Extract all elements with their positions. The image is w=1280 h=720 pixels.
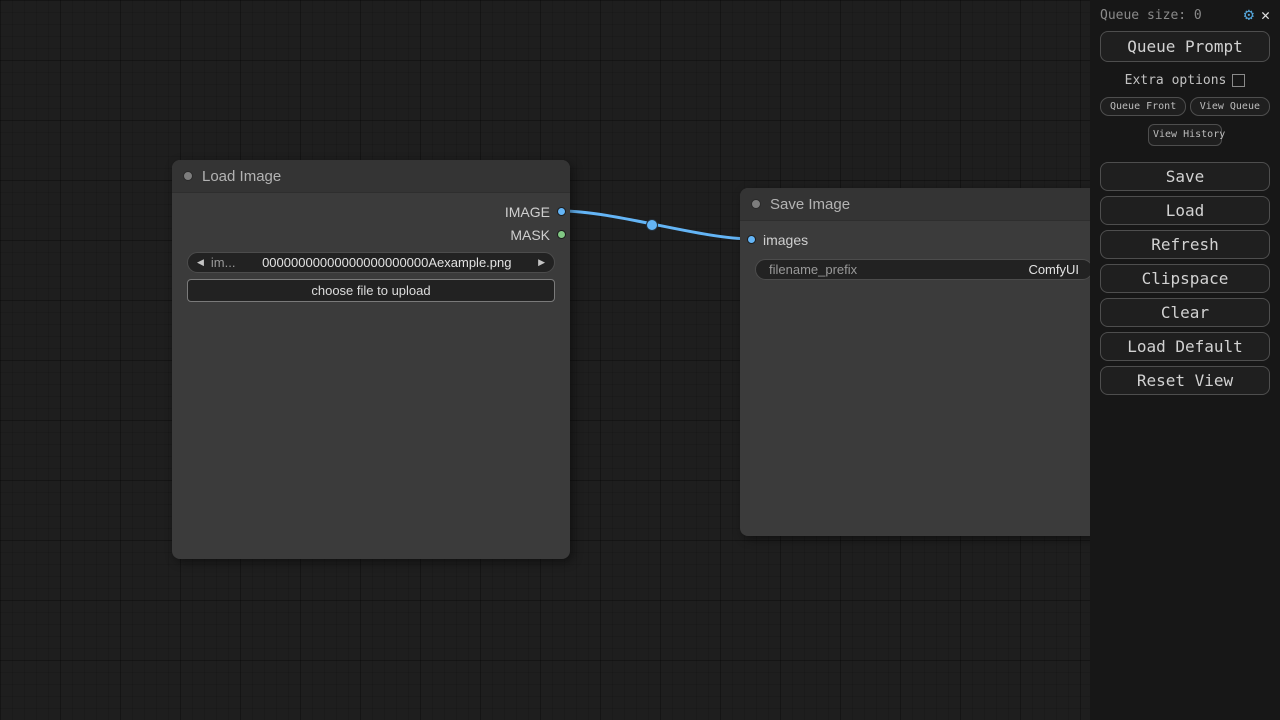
view-queue-button[interactable]: View Queue <box>1190 97 1270 116</box>
combo-left-arrow-icon[interactable]: ◀ <box>197 258 204 267</box>
refresh-button[interactable]: Refresh <box>1100 230 1270 259</box>
link-image-to-images <box>561 211 752 239</box>
node-title-bar[interactable]: Save Image <box>740 188 1108 221</box>
clipspace-button[interactable]: Clipspace <box>1100 264 1270 293</box>
view-history-button[interactable]: View History <box>1148 124 1222 146</box>
node-title-bar[interactable]: Load Image <box>172 160 570 193</box>
combo-value: 00000000000000000000000Aexample.png <box>235 255 538 270</box>
image-combo-widget[interactable]: ◀ im... 00000000000000000000000Aexample.… <box>187 252 555 273</box>
queue-size-label: Queue size: 0 <box>1100 8 1237 23</box>
image-output-dot[interactable] <box>557 207 566 216</box>
output-slot-mask[interactable]: MASK <box>172 223 570 246</box>
mask-output-dot[interactable] <box>557 230 566 239</box>
close-menu-icon[interactable]: ✕ <box>1261 8 1270 23</box>
node-save-image[interactable]: Save Image images filename_prefix ComfyU… <box>740 188 1108 536</box>
output-slot-label: MASK <box>510 227 550 243</box>
node-collapse-dot[interactable] <box>751 199 761 209</box>
link-midpoint-dot[interactable] <box>647 220 658 231</box>
node-title: Load Image <box>202 168 281 185</box>
reset-view-button[interactable]: Reset View <box>1100 366 1270 395</box>
settings-gear-icon[interactable]: ⚙ <box>1244 7 1254 24</box>
load-button[interactable]: Load <box>1100 196 1270 225</box>
load-default-button[interactable]: Load Default <box>1100 332 1270 361</box>
filename-prefix-widget[interactable]: filename_prefix ComfyUI <box>755 259 1093 280</box>
combo-label: im... <box>211 255 236 270</box>
clear-button[interactable]: Clear <box>1100 298 1270 327</box>
input-slot-label: images <box>763 232 808 248</box>
choose-file-button[interactable]: choose file to upload <box>187 279 555 302</box>
node-load-image[interactable]: Load Image IMAGE MASK ◀ im... 0000000000… <box>172 160 570 559</box>
extra-options-checkbox[interactable] <box>1232 74 1245 87</box>
images-input-dot[interactable] <box>747 235 756 244</box>
output-slot-label: IMAGE <box>505 204 550 220</box>
node-title: Save Image <box>770 196 850 213</box>
input-slot-images[interactable]: images <box>740 228 1108 251</box>
filename-prefix-value: ComfyUI <box>1028 262 1079 277</box>
comfy-menu: Queue size: 0 ⚙ ✕ Queue Prompt Extra opt… <box>1090 0 1280 720</box>
output-slot-image[interactable]: IMAGE <box>172 200 570 223</box>
filename-prefix-label: filename_prefix <box>769 262 857 277</box>
queue-prompt-button[interactable]: Queue Prompt <box>1100 31 1270 62</box>
combo-right-arrow-icon[interactable]: ▶ <box>538 258 545 267</box>
queue-front-button[interactable]: Queue Front <box>1100 97 1186 116</box>
graph-canvas[interactable]: Load Image IMAGE MASK ◀ im... 0000000000… <box>0 0 1280 720</box>
save-button[interactable]: Save <box>1100 162 1270 191</box>
extra-options-label: Extra options <box>1125 73 1227 88</box>
node-collapse-dot[interactable] <box>183 171 193 181</box>
